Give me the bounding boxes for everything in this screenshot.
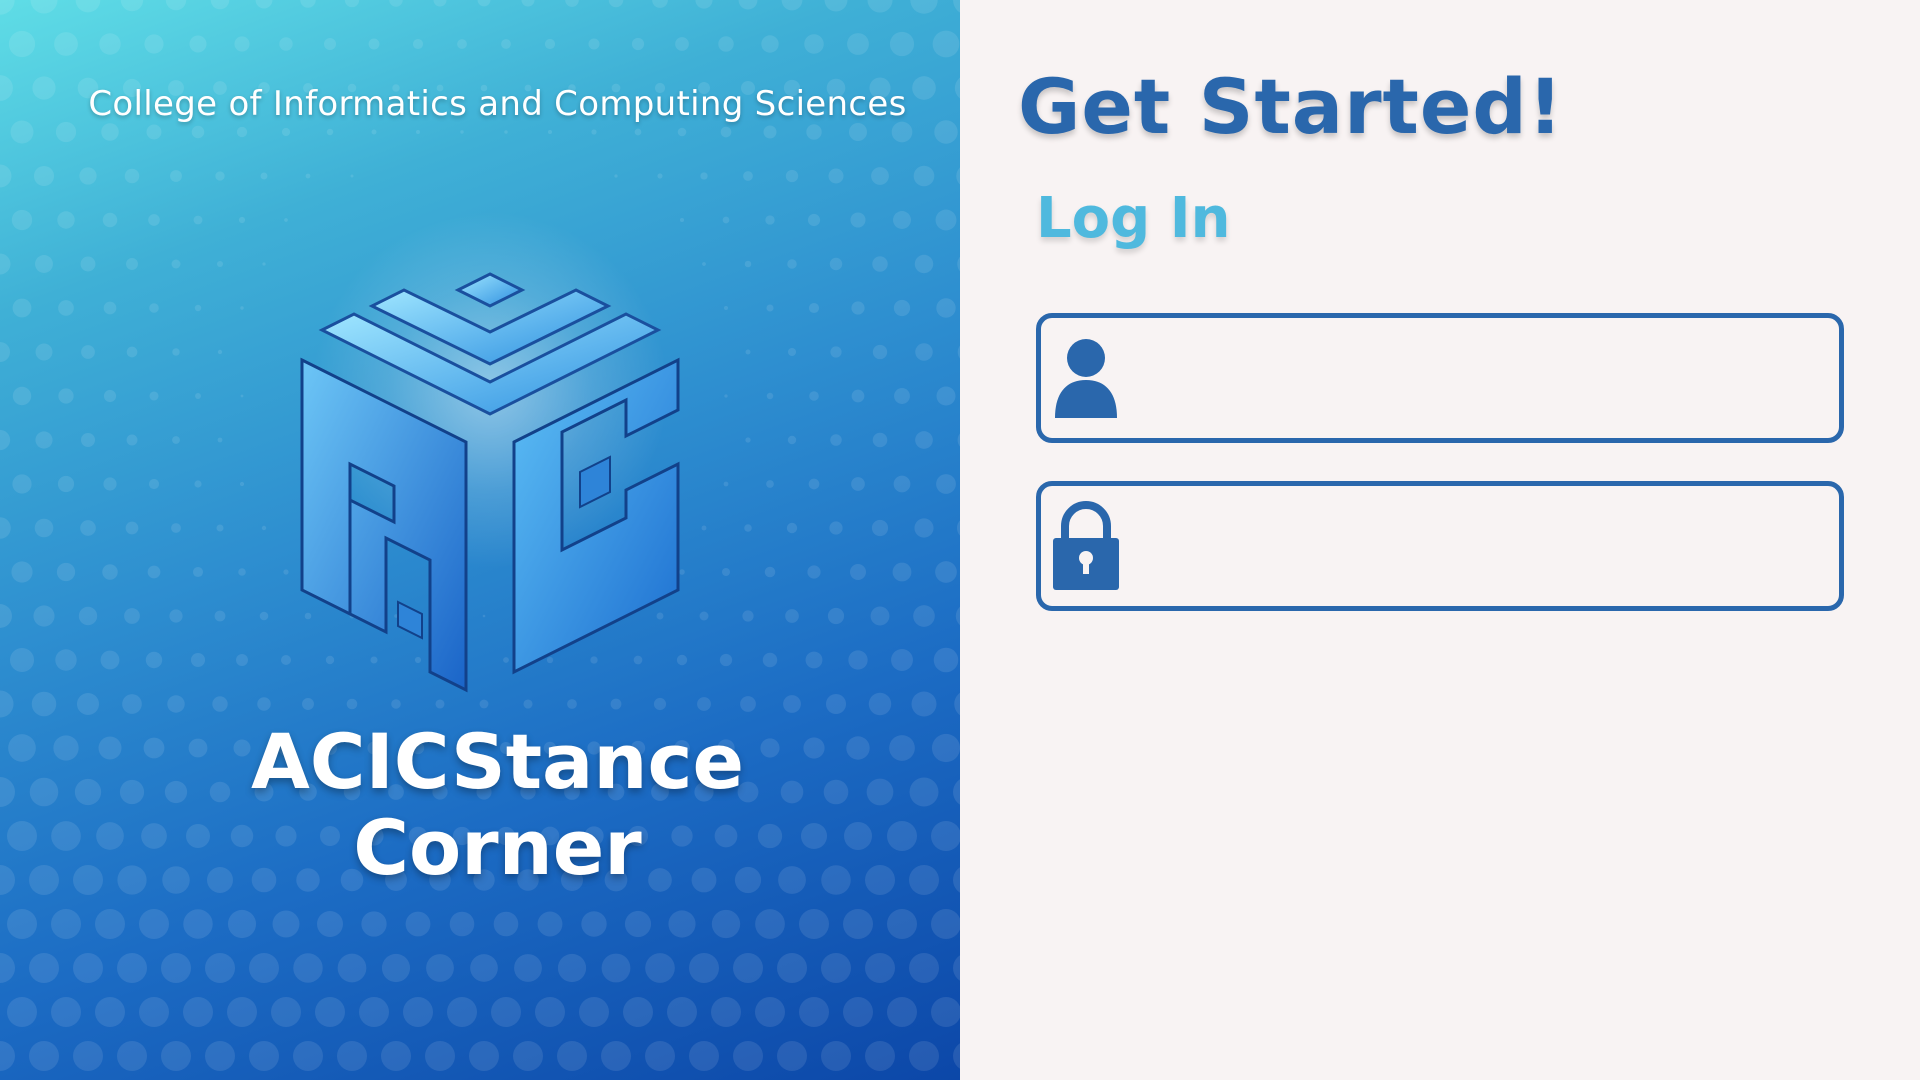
acic-cube-logo [300, 272, 680, 693]
app-name-line-2: Corner [353, 803, 642, 892]
app-name-line-1: ACICStance [250, 717, 745, 806]
page-title: Get Started! [1018, 62, 1564, 151]
login-panel: Get Started! Log In [960, 0, 1920, 1080]
password-field[interactable] [1036, 481, 1844, 611]
lock-icon [1041, 486, 1131, 606]
username-field[interactable] [1036, 313, 1844, 443]
password-input[interactable] [1131, 486, 1839, 606]
username-input[interactable] [1131, 318, 1839, 438]
login-subtitle: Log In [1036, 186, 1231, 251]
user-icon [1041, 318, 1131, 438]
college-title: College of Informatics and Computing Sci… [88, 84, 907, 124]
branding-panel: College of Informatics and Computing Sci… [0, 0, 960, 1080]
